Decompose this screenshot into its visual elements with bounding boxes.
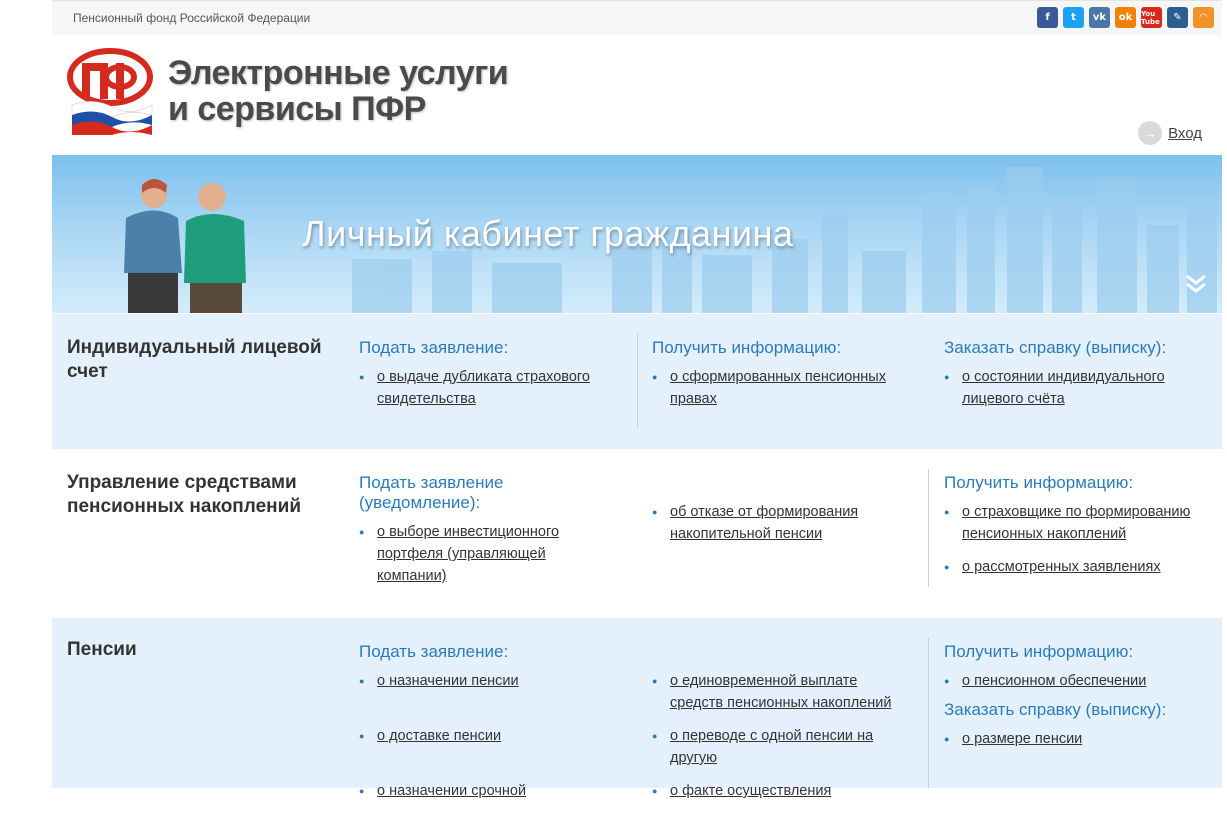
section-title: Индивидуальный лицевой счет bbox=[67, 337, 322, 382]
column-apply-continued: об отказе от формирования накопительной … bbox=[652, 473, 902, 556]
list-item: об отказе от формирования накопительной … bbox=[652, 501, 902, 545]
section-title: Управление средствами пенсионных накопле… bbox=[67, 472, 302, 517]
site-container: Пенсионный фонд Российской Федерации f t… bbox=[52, 0, 1222, 802]
list-item: о размере пенсии bbox=[944, 728, 1214, 750]
column-apply: Подать заявление (уведомление): о выборе… bbox=[359, 473, 619, 598]
rss-icon[interactable]: ◠ bbox=[1193, 7, 1214, 28]
org-name: Пенсионный фонд Российской Федерации bbox=[73, 11, 311, 25]
service-link[interactable]: о пенсионном обеспечении bbox=[962, 673, 1146, 689]
banner-title: Личный кабинет гражданина bbox=[302, 213, 794, 254]
vk-icon[interactable]: vk bbox=[1089, 7, 1110, 28]
section-pension-savings: Управление средствами пенсионных накопле… bbox=[52, 449, 1222, 618]
list-item: о назначении срочной bbox=[359, 780, 609, 802]
service-link[interactable]: о единовременной выплате средств пенсион… bbox=[670, 673, 891, 711]
top-bar: Пенсионный фонд Российской Федерации f t… bbox=[52, 0, 1222, 35]
service-link[interactable]: о состоянии индивидуального лицевого счё… bbox=[962, 369, 1165, 407]
list-item: о доставке пенсии bbox=[359, 725, 609, 747]
site-title-line2: и сервисы ПФР bbox=[168, 90, 426, 128]
list-item: о выборе инвестиционного портфеля (управ… bbox=[359, 521, 619, 587]
section-individual-account: Индивидуальный лицевой счет Подать заявл… bbox=[52, 314, 1222, 449]
twitter-icon[interactable]: t bbox=[1063, 7, 1084, 28]
login-label[interactable]: Вход bbox=[1168, 125, 1202, 142]
chevron-down-icon[interactable] bbox=[1184, 273, 1208, 293]
column-apply-continued: о единовременной выплате средств пенсион… bbox=[652, 642, 902, 813]
column-heading: Подать заявление: bbox=[359, 642, 509, 661]
column-info: Получить информацию: о пенсионном обеспе… bbox=[944, 642, 1214, 761]
service-link[interactable]: о выдаче дубликата страхового свидетельс… bbox=[377, 369, 590, 407]
list-item: о страховщике по формированию пенсионных… bbox=[944, 501, 1214, 545]
section-pensions: Пенсии Подать заявление: о назначении пе… bbox=[52, 618, 1222, 802]
column-divider bbox=[637, 334, 638, 429]
list-item: о состоянии индивидуального лицевого счё… bbox=[944, 366, 1204, 410]
site-title: Электронные услуги и сервисы ПФР bbox=[168, 54, 509, 128]
column-divider bbox=[928, 469, 929, 587]
site-title-line1: Электронные услуги bbox=[168, 54, 509, 92]
login-link[interactable]: → Вход bbox=[1138, 121, 1202, 145]
column-heading: Подать заявление (уведомление): bbox=[359, 473, 504, 512]
service-link[interactable]: об отказе от формирования накопительной … bbox=[670, 504, 858, 542]
hero-banner: Личный кабинет гражданина bbox=[52, 155, 1222, 313]
page: Пенсионный фонд Российской Федерации f t… bbox=[0, 0, 1227, 802]
service-link[interactable]: о назначении пенсии bbox=[377, 673, 519, 689]
service-link[interactable]: о факте осуществления bbox=[670, 783, 831, 799]
column-heading: Получить информацию: bbox=[652, 338, 842, 357]
column-apply: Подать заявление: о выдаче дубликата стр… bbox=[359, 338, 609, 421]
header: Электронные услуги и сервисы ПФР → Вход bbox=[52, 35, 1222, 155]
list-item: о сформированных пенсионных правах bbox=[652, 366, 902, 410]
livejournal-icon[interactable]: ✎ bbox=[1167, 7, 1188, 28]
list-item: о выдаче дубликата страхового свидетельс… bbox=[359, 366, 609, 410]
column-heading: Заказать справку (выписку): bbox=[944, 700, 1167, 719]
service-link[interactable]: о переводе с одной пенсии на другую bbox=[670, 728, 873, 766]
service-link[interactable]: о выборе инвестиционного портфеля (управ… bbox=[377, 524, 559, 584]
column-order: Заказать справку (выписку): о состоянии … bbox=[944, 338, 1204, 421]
social-links: f t vk ok You Tube ✎ ◠ bbox=[1037, 7, 1214, 28]
service-link[interactable]: о размере пенсии bbox=[962, 731, 1082, 747]
list-item: о единовременной выплате средств пенсион… bbox=[652, 670, 902, 714]
column-info: Получить информацию: о сформированных пе… bbox=[652, 338, 902, 421]
column-heading: Получить информацию: bbox=[944, 473, 1134, 492]
list-item: о назначении пенсии bbox=[359, 670, 609, 692]
column-heading: Подать заявление: bbox=[359, 338, 509, 357]
odnoklassniki-icon[interactable]: ok bbox=[1115, 7, 1136, 28]
service-link[interactable]: о доставке пенсии bbox=[377, 728, 501, 744]
service-link[interactable]: о сформированных пенсионных правах bbox=[670, 369, 886, 407]
service-link[interactable]: о страховщике по формированию пенсионных… bbox=[962, 504, 1190, 542]
list-item: о рассмотренных заявлениях bbox=[944, 556, 1214, 578]
column-apply: Подать заявление: о назначении пенсии о … bbox=[359, 642, 609, 813]
column-heading: Получить информацию: bbox=[944, 642, 1134, 661]
list-item: о факте осуществления bbox=[652, 780, 902, 802]
service-link[interactable]: о рассмотренных заявлениях bbox=[962, 559, 1161, 575]
facebook-icon[interactable]: f bbox=[1037, 7, 1058, 28]
login-icon: → bbox=[1138, 121, 1163, 145]
pfr-logo[interactable] bbox=[66, 47, 154, 135]
column-heading: Заказать справку (выписку): bbox=[944, 338, 1167, 357]
column-info: Получить информацию: о страховщике по фо… bbox=[944, 473, 1214, 589]
column-divider bbox=[928, 638, 929, 788]
pensioners-photo bbox=[124, 179, 246, 313]
service-link[interactable]: о назначении срочной bbox=[377, 783, 526, 799]
list-item: о пенсионном обеспечении bbox=[944, 670, 1214, 692]
youtube-icon[interactable]: You Tube bbox=[1141, 7, 1162, 28]
list-item: о переводе с одной пенсии на другую bbox=[652, 725, 902, 769]
section-title: Пенсии bbox=[67, 639, 137, 660]
